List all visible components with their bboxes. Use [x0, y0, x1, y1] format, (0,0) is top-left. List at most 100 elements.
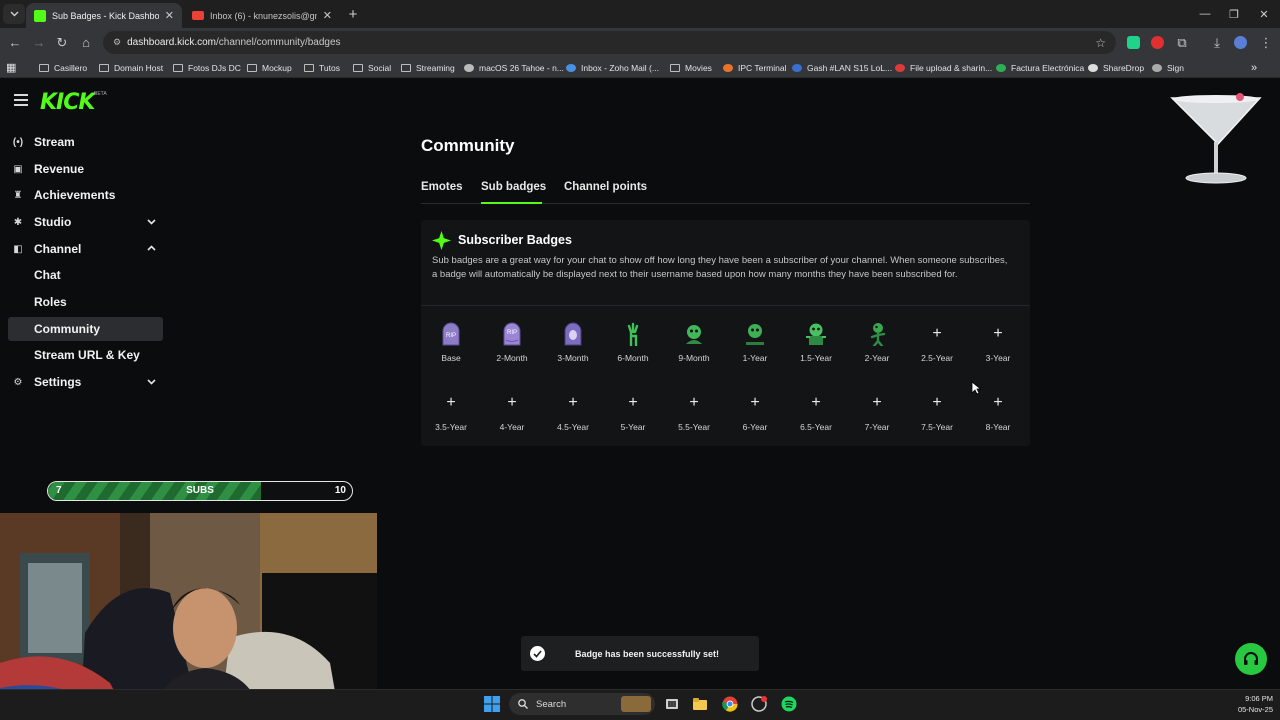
- minimize-icon[interactable]: —: [1189, 0, 1221, 28]
- url-bar[interactable]: ⚙ dashboard.kick.com/channel/community/b…: [103, 31, 1116, 54]
- download-icon[interactable]: ⤓: [1205, 28, 1229, 57]
- badge-slot[interactable]: +3.5-Year: [426, 388, 476, 438]
- kick-logo[interactable]: KICK: [40, 90, 95, 115]
- add-badge-icon[interactable]: +: [558, 388, 588, 418]
- bookmark-item[interactable]: Tutos: [304, 60, 340, 75]
- profile-avatar[interactable]: [1234, 36, 1247, 49]
- bookmark-item[interactable]: Social: [353, 60, 391, 75]
- taskbar-search[interactable]: Search: [509, 693, 655, 715]
- bookmark-item[interactable]: Domain Host: [99, 60, 163, 75]
- new-tab-icon[interactable]: +: [341, 0, 365, 28]
- spotify-icon[interactable]: [781, 696, 797, 712]
- badge-slot[interactable]: RIP Base: [426, 319, 476, 369]
- sidebar-item-revenue[interactable]: ▣ Revenue: [8, 157, 163, 181]
- badge-slot[interactable]: RIP 2-Month: [487, 319, 537, 369]
- bookmark-item[interactable]: Movies: [670, 60, 712, 75]
- hamburger-menu-icon[interactable]: [14, 94, 28, 106]
- task-view-icon[interactable]: [664, 696, 680, 712]
- add-badge-icon[interactable]: +: [983, 319, 1013, 349]
- sidebar-item-community[interactable]: Community: [8, 317, 163, 341]
- bookmark-item[interactable]: IPC Terminal: [723, 60, 787, 75]
- close-window-icon[interactable]: ✕: [1248, 0, 1280, 28]
- site-info-icon[interactable]: ⚙: [113, 37, 121, 48]
- sidebar-item-settings[interactable]: ⚙ Settings: [8, 370, 163, 394]
- chevron-down-icon[interactable]: [146, 216, 157, 227]
- add-badge-icon[interactable]: +: [862, 388, 892, 418]
- badge-slot[interactable]: 9-Month: [669, 319, 719, 369]
- file-explorer-icon[interactable]: [692, 696, 708, 712]
- bookmark-item[interactable]: Mockup: [247, 60, 292, 75]
- badge-slot[interactable]: +4-Year: [487, 388, 537, 438]
- system-clock[interactable]: 9:06 PM 05-Nov-25: [1215, 693, 1273, 715]
- close-tab-icon[interactable]: ✕: [165, 9, 174, 22]
- chrome-icon[interactable]: [722, 696, 738, 712]
- bookmark-item[interactable]: Fotos DJs DC: [173, 60, 241, 75]
- badge-slot[interactable]: 1-Year: [730, 319, 780, 369]
- forward-icon[interactable]: →: [27, 28, 51, 57]
- badge-slot[interactable]: +6-Year: [730, 388, 780, 438]
- extension-green-icon[interactable]: [1127, 36, 1140, 49]
- tab-search-icon[interactable]: [3, 4, 25, 24]
- badge-slot[interactable]: 2-Year: [852, 319, 902, 369]
- bookmark-item[interactable]: macOS 26 Tahoe - n...: [464, 60, 564, 75]
- add-badge-icon[interactable]: +: [983, 388, 1013, 418]
- sidebar-item-chat[interactable]: Chat: [8, 263, 163, 287]
- tab-channel-points[interactable]: Channel points: [564, 181, 647, 193]
- sidebar-item-roles[interactable]: Roles: [8, 290, 163, 314]
- bookmark-item[interactable]: Factura Electrónica: [996, 60, 1084, 75]
- bookmark-item[interactable]: Sign: [1152, 60, 1184, 75]
- badge-slot[interactable]: +7.5-Year: [912, 388, 962, 438]
- sidebar-item-stream-url-key[interactable]: Stream URL & Key: [8, 343, 163, 367]
- menu-dots-icon[interactable]: ⋮: [1254, 28, 1278, 57]
- add-badge-icon[interactable]: +: [679, 388, 709, 418]
- app-badge-icon[interactable]: [751, 696, 767, 712]
- bookmark-item[interactable]: Casillero: [39, 60, 87, 75]
- add-badge-icon[interactable]: +: [740, 388, 770, 418]
- badge-slot[interactable]: +6.5-Year: [791, 388, 841, 438]
- extensions-puzzle-icon[interactable]: ⧉: [1170, 28, 1194, 57]
- badge-slot[interactable]: +7-Year: [852, 388, 902, 438]
- bookmark-star-icon[interactable]: ☆: [1095, 36, 1106, 50]
- bookmark-item[interactable]: Gash #LAN S15 LoL...: [792, 60, 892, 75]
- badge-slot[interactable]: +5.5-Year: [669, 388, 719, 438]
- add-badge-icon[interactable]: +: [922, 319, 952, 349]
- windows-start-icon[interactable]: [484, 696, 500, 712]
- chevron-up-icon[interactable]: [146, 243, 157, 254]
- bookmark-item[interactable]: Inbox - Zoho Mail (...: [566, 60, 659, 75]
- apps-grid-icon[interactable]: ▦: [6, 60, 16, 75]
- reload-icon[interactable]: ↻: [50, 28, 74, 57]
- bookmark-item[interactable]: ShareDrop: [1088, 60, 1144, 75]
- restore-icon[interactable]: ❐: [1218, 0, 1250, 28]
- bookmark-item[interactable]: File upload & sharin...: [895, 60, 992, 75]
- add-badge-icon[interactable]: +: [801, 388, 831, 418]
- sidebar-item-achievements[interactable]: ♜ Achievements: [8, 183, 163, 207]
- chevron-down-icon[interactable]: [146, 376, 157, 387]
- back-icon[interactable]: ←: [3, 28, 27, 57]
- extension-red-icon[interactable]: [1151, 36, 1164, 49]
- more-bookmarks-icon[interactable]: »: [1251, 60, 1257, 75]
- badge-slot[interactable]: 1.5-Year: [791, 319, 841, 369]
- add-badge-icon[interactable]: +: [436, 388, 466, 418]
- badge-slot[interactable]: + 3-Year: [973, 319, 1023, 369]
- badge-slot[interactable]: + 2.5-Year: [912, 319, 962, 369]
- tab-emotes[interactable]: Emotes: [421, 181, 463, 193]
- bookmark-item[interactable]: Streaming: [401, 60, 455, 75]
- close-tab-icon[interactable]: ✕: [323, 9, 332, 22]
- bookmark-label: Casillero: [54, 62, 88, 73]
- badge-slot[interactable]: 6-Month: [608, 319, 658, 369]
- tab-inbox[interactable]: Inbox (6) - knunezsolis@gmail.c ✕: [184, 3, 340, 28]
- help-chat-button[interactable]: [1235, 643, 1267, 675]
- home-icon[interactable]: ⌂: [74, 28, 98, 57]
- badge-slot[interactable]: 3-Month: [548, 319, 598, 369]
- add-badge-icon[interactable]: +: [497, 388, 527, 418]
- tab-sub-badges[interactable]: Sub Badges - Kick Dashboard ✕: [26, 3, 182, 28]
- badge-slot[interactable]: +8-Year: [973, 388, 1023, 438]
- sidebar-item-channel[interactable]: ◧ Channel: [8, 237, 163, 261]
- tab-sub-badges[interactable]: Sub badges: [481, 181, 546, 193]
- sidebar-item-stream[interactable]: (•) Stream: [8, 130, 163, 154]
- badge-slot[interactable]: +5-Year: [608, 388, 658, 438]
- sidebar-item-studio[interactable]: ✱ Studio: [8, 210, 163, 234]
- add-badge-icon[interactable]: +: [618, 388, 648, 418]
- badge-slot[interactable]: +4.5-Year: [548, 388, 598, 438]
- add-badge-icon[interactable]: +: [922, 388, 952, 418]
